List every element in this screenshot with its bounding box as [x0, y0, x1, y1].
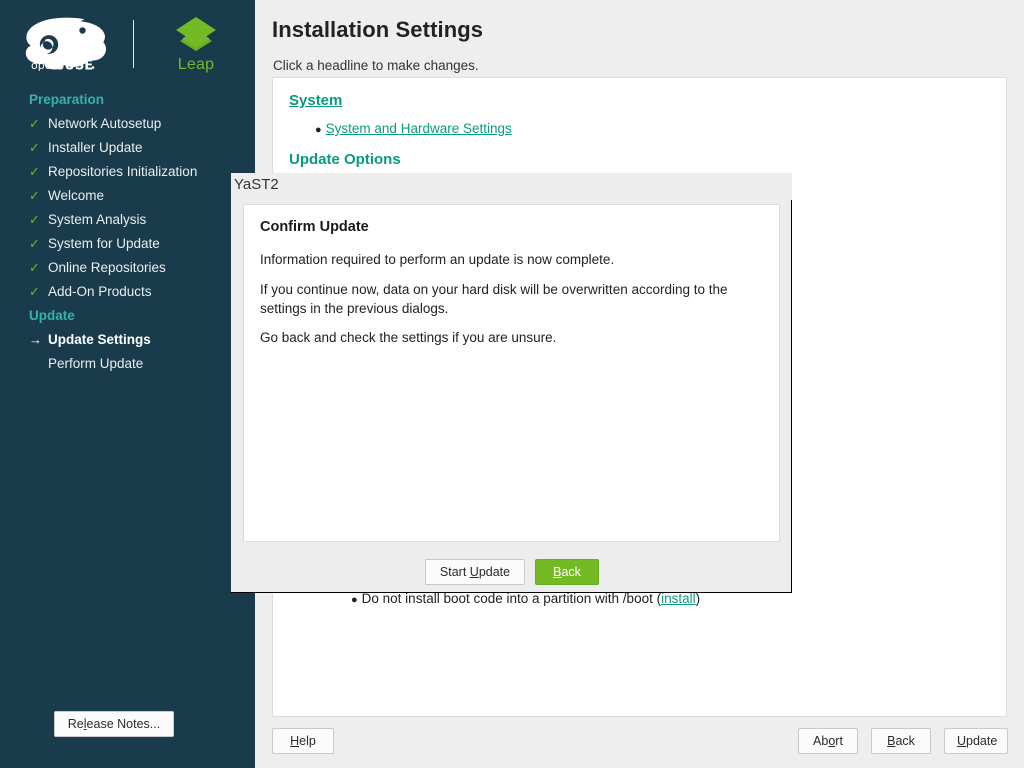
sidebar-step-update-settings[interactable]: → Update Settings — [0, 328, 255, 352]
dialog-window-title: YaST2 — [234, 176, 279, 193]
opensuse-chameleon-logo: open SUSE — [19, 11, 111, 77]
sidebar: open SUSE Leap Preparation ✓ Network Au — [0, 0, 255, 768]
brand-logo-area: open SUSE Leap — [0, 8, 255, 80]
sidebar-step-network-autosetup[interactable]: ✓ Network Autosetup — [0, 112, 255, 136]
update-button[interactable]: Update — [944, 728, 1008, 754]
dialog-heading: Confirm Update — [260, 219, 369, 235]
svg-text:SUSE: SUSE — [55, 59, 93, 74]
abort-button[interactable]: Abort — [798, 728, 858, 754]
dialog-content-panel: Confirm Update Information required to p… — [243, 204, 780, 542]
step-label: System Analysis — [48, 212, 146, 227]
dialog-paragraph-1: Information required to perform an updat… — [260, 250, 765, 269]
link-system-and-hardware-settings[interactable]: System and Hardware Settings — [326, 120, 512, 138]
leap-product-logo: Leap — [156, 15, 236, 74]
step-label: Repositories Initialization — [48, 164, 197, 179]
sidebar-step-installer-update[interactable]: ✓ Installer Update — [0, 136, 255, 160]
check-icon: ✓ — [29, 187, 45, 205]
step-label: Add-On Products — [48, 284, 152, 299]
check-icon: ✓ — [29, 115, 45, 133]
bullet-icon: ● — [351, 591, 358, 609]
check-icon: ✓ — [29, 259, 45, 277]
installer-screen: open SUSE Leap Preparation ✓ Network Au — [0, 0, 1024, 768]
step-label: Perform Update — [48, 356, 143, 371]
step-label: Online Repositories — [48, 260, 166, 275]
sidebar-step-repositories-initialization[interactable]: ✓ Repositories Initialization — [0, 160, 255, 184]
sidebar-step-system-analysis[interactable]: ✓ System Analysis — [0, 208, 255, 232]
step-label: Network Autosetup — [48, 116, 161, 131]
step-label: Update Settings — [48, 332, 151, 347]
back-button[interactable]: Back — [871, 728, 931, 754]
list-item[interactable]: ● System and Hardware Settings — [315, 120, 1006, 139]
step-label: System for Update — [48, 236, 160, 251]
sidebar-step-system-for-update[interactable]: ✓ System for Update — [0, 232, 255, 256]
release-notes-rest: ease Notes... — [87, 717, 161, 731]
step-group-update: Update — [0, 304, 255, 328]
arrow-right-icon: → — [29, 331, 45, 349]
check-icon: ✓ — [29, 283, 45, 301]
step-group-preparation: Preparation — [0, 88, 255, 112]
start-update-button[interactable]: Start Update — [425, 559, 525, 585]
dialog-paragraph-3: Go back and check the settings if you ar… — [260, 328, 765, 347]
check-icon: ✓ — [29, 163, 45, 181]
help-button[interactable]: Help — [272, 728, 334, 754]
page-subtitle: Click a headline to make changes. — [273, 58, 479, 73]
yast2-dialog: YaST2 Confirm Update Information require… — [231, 173, 792, 593]
logo-divider — [133, 20, 134, 68]
step-label: Installer Update — [48, 140, 143, 155]
dialog-paragraph-2: If you continue now, data on your hard d… — [260, 280, 765, 318]
check-icon: ✓ — [29, 139, 45, 157]
dialog-titlebar[interactable]: YaST2 — [231, 173, 792, 200]
leap-diamond-icon — [172, 15, 220, 55]
check-icon: ✓ — [29, 235, 45, 253]
installer-step-list: Preparation ✓ Network Autosetup ✓ Instal… — [0, 88, 255, 376]
sidebar-step-add-on-products[interactable]: ✓ Add-On Products — [0, 280, 255, 304]
section-heading-update-options[interactable]: Update Options — [289, 151, 401, 168]
leap-label: Leap — [178, 56, 214, 74]
section-heading-system[interactable]: System — [289, 92, 342, 109]
bullet-icon: ● — [315, 121, 322, 139]
page-title: Installation Settings — [272, 17, 483, 43]
release-notes-button[interactable]: Release Notes... — [54, 711, 174, 737]
check-icon: ✓ — [29, 211, 45, 229]
step-label: Welcome — [48, 188, 104, 203]
dialog-back-button[interactable]: Back — [535, 559, 599, 585]
sidebar-step-welcome[interactable]: ✓ Welcome — [0, 184, 255, 208]
sidebar-step-online-repositories[interactable]: ✓ Online Repositories — [0, 256, 255, 280]
sidebar-step-perform-update[interactable]: Perform Update — [0, 352, 255, 376]
